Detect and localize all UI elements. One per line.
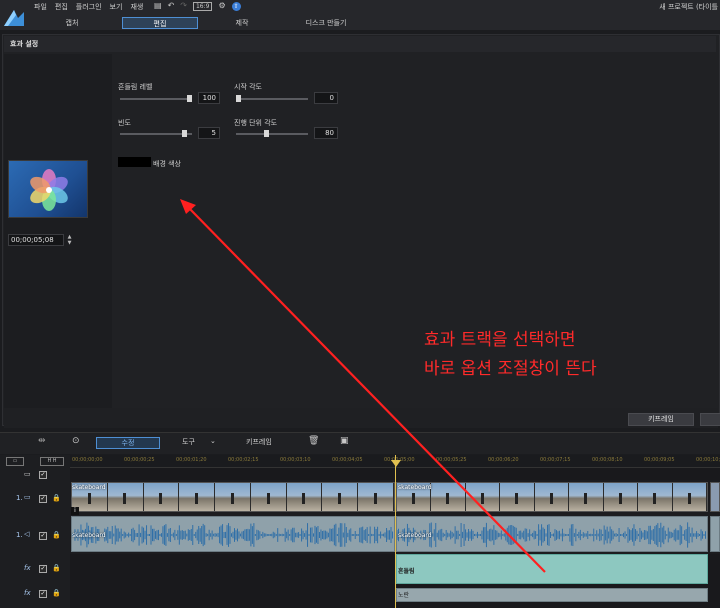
annotation-arrow <box>180 199 546 573</box>
annotation-text: 효과 트랙을 선택하면 바로 옵션 조절창이 뜬다 <box>424 326 597 384</box>
annotation-line-2: 바로 옵션 조절창이 뜬다 <box>424 359 597 379</box>
annotation-line-1: 효과 트랙을 선택하면 <box>424 330 576 350</box>
